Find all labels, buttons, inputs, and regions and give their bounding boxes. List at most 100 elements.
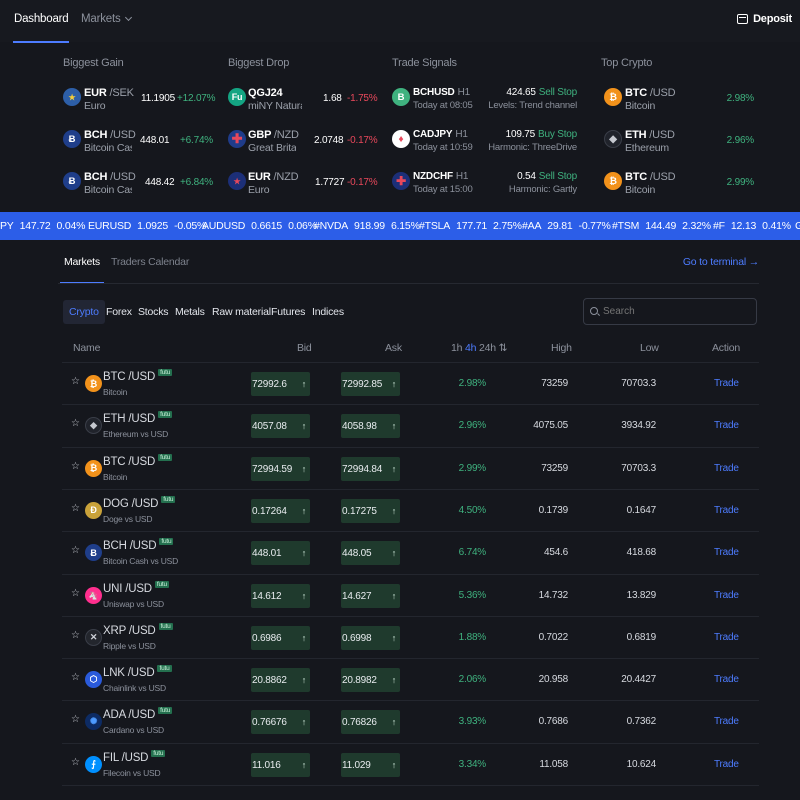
ask-price-button[interactable]: 0.17275 ↑ <box>341 498 400 523</box>
arrow-up-icon: ↑ <box>301 548 307 559</box>
table-row[interactable]: ☆ 🦄 UNI /USD futu Uniswap vs USD 14.612 ↑ 14.62… <box>62 575 759 617</box>
trade-button[interactable]: Trade <box>714 378 739 389</box>
table-row[interactable]: ☆ ✺ ADA /USD futu Cardano vs USD 0.76676 ↑ 0.76… <box>62 701 759 743</box>
top-crypto-item[interactable]: ₿ BTC /USD Bitcoin 2.99% <box>601 169 754 209</box>
ask-price-button[interactable]: 14.627 ↑ <box>341 583 400 608</box>
category-indices[interactable]: Indices <box>312 306 344 318</box>
category-raw-material[interactable]: Raw material <box>212 306 271 318</box>
bid-price-button[interactable]: 72994.59 ↑ <box>251 456 310 481</box>
trade-button[interactable]: Trade <box>714 674 739 685</box>
ask-price-button[interactable]: 0.76826 ↑ <box>341 710 400 735</box>
bid-price-button[interactable]: 4057.08 ↑ <box>251 414 310 439</box>
trade-button[interactable]: Trade <box>714 632 739 643</box>
period-4h[interactable]: 4h <box>465 342 476 354</box>
deposit-button[interactable]: Deposit <box>737 13 792 25</box>
futures-badge: futu <box>154 580 169 588</box>
nav-tab-dashboard[interactable]: Dashboard <box>12 13 70 43</box>
ask-price-button[interactable]: 0.6998 ↑ <box>341 625 400 650</box>
bid-price-button[interactable]: 20.8862 ↑ <box>251 668 310 693</box>
biggest-gain-item[interactable]: ★ EUR /SEK Euro 11.1905 +12.07% <box>63 85 216 125</box>
ticker-item[interactable]: #NVDA 918.99 6.15% <box>314 220 426 232</box>
bid-price-button[interactable]: 0.6986 ↑ <box>251 625 310 650</box>
table-row[interactable]: ☆ Ƀ BCH /USD futu Bitcoin Cash vs USD 448.01 ↑… <box>62 532 759 574</box>
col-header-high[interactable]: High <box>551 342 572 354</box>
col-header-bid[interactable]: Bid <box>297 342 312 354</box>
favorite-star-icon[interactable]: ☆ <box>71 376 80 387</box>
table-row[interactable]: ☆ ₿ BTC /USD futu Bitcoin 72992.6 ↑ 72992.85 ↑ 2.… <box>62 363 759 405</box>
favorite-star-icon[interactable]: ☆ <box>71 545 80 556</box>
biggest-drop-item[interactable]: ★ EUR /NZD Euro 1.7727 -0.17% <box>228 169 378 209</box>
ask-price-button[interactable]: 20.8982 ↑ <box>341 668 400 693</box>
trade-signal-item[interactable]: B BCHUSD H1 Today at 08:05 424.65 Sell Sto… <box>392 85 577 125</box>
ask-price-button[interactable]: 72992.85 ↑ <box>341 372 400 396</box>
ticker-item[interactable]: G <box>795 220 800 232</box>
table-row[interactable]: ☆ ✕ XRP /USD futu Ripple vs USD 0.6986 ↑ 0.6998… <box>62 617 759 659</box>
period-1h[interactable]: 1h <box>451 342 462 354</box>
category-futures[interactable]: Futures <box>271 306 305 318</box>
table-row[interactable]: ☆ Ð DOG /USD futu Doge vs USD 0.17264 ↑ 0.17275… <box>62 490 759 532</box>
go-to-terminal-link[interactable]: Go to terminal → <box>683 256 759 268</box>
category-metals[interactable]: Metals <box>175 306 205 318</box>
col-header-change[interactable]: 1h 4h 24h ⇅ <box>451 342 507 354</box>
trade-button[interactable]: Trade <box>714 716 739 727</box>
trade-button[interactable]: Trade <box>714 759 739 770</box>
pair-description: Bitcoin Cash vs USD <box>103 556 179 567</box>
ticker-item[interactable]: #F 12.13 0.41% <box>713 220 797 232</box>
table-row[interactable]: ☆ ⨍ FIL /USD futu Filecoin vs USD 11.016 ↑ 11.0… <box>62 744 759 786</box>
trade-button[interactable]: Trade <box>714 505 739 516</box>
top-crypto-item[interactable]: ◆ ETH /USD Ethereum 2.96% <box>601 127 754 167</box>
biggest-drop-item[interactable]: ✚ GBP /NZD Great Brita... 2.0748 -0.17% <box>228 127 378 167</box>
ask-price-button[interactable]: 448.05 ↑ <box>341 541 400 566</box>
trade-button[interactable]: Trade <box>714 463 739 474</box>
ask-price-button[interactable]: 11.029 ↑ <box>341 752 400 777</box>
period-24h[interactable]: 24h <box>479 342 496 354</box>
bid-price-button[interactable]: 11.016 ↑ <box>251 752 310 777</box>
favorite-star-icon[interactable]: ☆ <box>71 714 80 725</box>
table-row[interactable]: ☆ ₿ BTC /USD futu Bitcoin 72994.59 ↑ 72994.84 ↑ 2… <box>62 448 759 490</box>
ticker-item[interactable]: EURUSD 1.0925 -0.05% <box>88 220 212 232</box>
ticker-item[interactable]: #TSM 144.49 2.32% <box>612 220 717 232</box>
bid-price-button[interactable]: 72992.6 ↑ <box>251 372 310 396</box>
biggest-gain-item[interactable]: Ƀ BCH /USD Bitcoin Cas... 448.42 +6.84% <box>63 169 213 209</box>
search-input[interactable] <box>583 298 757 325</box>
trade-signal-item[interactable]: ♦ CADJPY H1 Today at 10:59 109.75 Buy Stop… <box>392 127 577 167</box>
bid-price-button[interactable]: 14.612 ↑ <box>251 583 310 608</box>
category-forex[interactable]: Forex <box>106 306 132 318</box>
ticker-item[interactable]: AUDUSD 0.6615 0.06% <box>202 220 323 232</box>
trade-button[interactable]: Trade <box>714 420 739 431</box>
biggest-gain-item[interactable]: Ƀ BCH /USD Bitcoin Cas... 448.01 +6.74% <box>63 127 213 167</box>
favorite-star-icon[interactable]: ☆ <box>71 461 80 472</box>
biggest-drop-item[interactable]: Fu QGJ24 miNY Natura... 1.68 -1.75% <box>228 85 378 125</box>
bid-price-button[interactable]: 0.17264 ↑ <box>251 498 310 523</box>
bid-price-button[interactable]: 448.01 ↑ <box>251 541 310 566</box>
flag-nz-icon: ✚ <box>392 172 410 190</box>
favorite-star-icon[interactable]: ☆ <box>71 418 80 429</box>
table-row[interactable]: ☆ ⬡ LNK /USD futu Chainlink vs USD 20.8862 ↑ 20… <box>62 659 759 701</box>
table-row[interactable]: ☆ ◆ ETH /USD futu Ethereum vs USD 4057.08 ↑ 405… <box>62 405 759 447</box>
favorite-star-icon[interactable]: ☆ <box>71 503 80 514</box>
ethereum-icon: ◆ <box>85 417 102 435</box>
ticker-item[interactable]: #AA 29.81 -0.77% <box>522 220 617 232</box>
col-header-ask[interactable]: Ask <box>385 342 402 354</box>
ask-price-button[interactable]: 4058.98 ↑ <box>341 414 400 439</box>
ask-price-button[interactable]: 72994.84 ↑ <box>341 456 400 481</box>
favorite-star-icon[interactable]: ☆ <box>71 672 80 683</box>
trade-button[interactable]: Trade <box>714 547 739 558</box>
trade-signal-item[interactable]: ✚ NZDCHF H1 Today at 15:00 0.54 Sell Stop … <box>392 169 577 209</box>
favorite-star-icon[interactable]: ☆ <box>71 588 80 599</box>
category-crypto[interactable]: Crypto <box>63 300 105 324</box>
sort-icon[interactable]: ⇅ <box>499 342 508 354</box>
tab-traders-calendar[interactable]: Traders Calendar <box>111 256 189 268</box>
category-stocks[interactable]: Stocks <box>138 306 169 318</box>
favorite-star-icon[interactable]: ☆ <box>71 630 80 641</box>
nav-tab-markets[interactable]: Markets <box>81 13 132 25</box>
col-header-low[interactable]: Low <box>640 342 659 354</box>
bid-price-button[interactable]: 0.76676 ↑ <box>251 710 310 735</box>
favorite-star-icon[interactable]: ☆ <box>71 757 80 768</box>
ticker-item[interactable]: #TSLA 177.71 2.75% <box>419 220 528 232</box>
top-crypto-item[interactable]: ₿ BTC /USD Bitcoin 2.98% <box>601 85 754 125</box>
col-header-name[interactable]: Name <box>73 342 100 354</box>
ticker-item[interactable]: PY 147.72 0.04% <box>0 220 91 232</box>
trade-button[interactable]: Trade <box>714 590 739 601</box>
tab-markets[interactable]: Markets <box>60 256 104 284</box>
